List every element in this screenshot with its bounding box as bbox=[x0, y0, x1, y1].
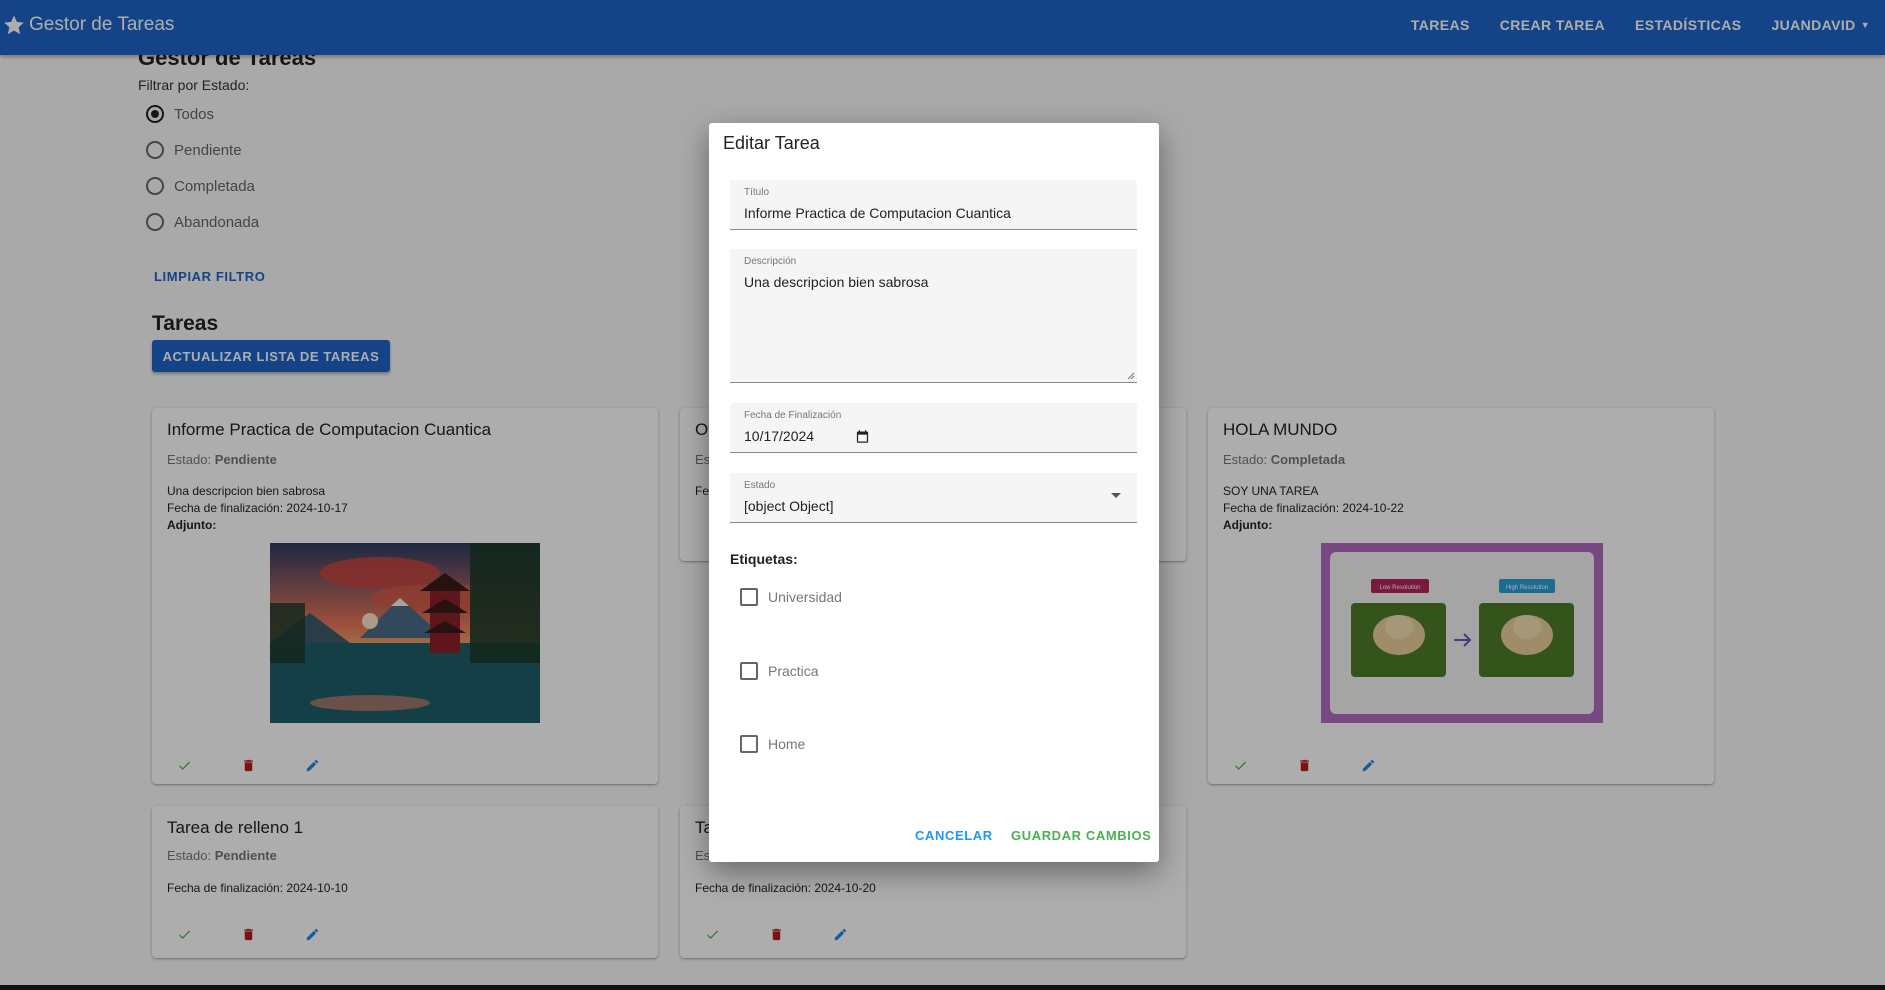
status-field-label: Estado bbox=[744, 480, 776, 491]
description-field-value[interactable]: Una descripcion bien sabrosa bbox=[744, 274, 928, 290]
due-date-field[interactable]: Fecha de Finalización 10/17/2024 bbox=[730, 403, 1137, 453]
status-field-value[interactable]: [object Object] bbox=[744, 498, 834, 514]
checkbox-icon[interactable] bbox=[740, 662, 758, 680]
tag-label: Universidad bbox=[768, 589, 842, 605]
resize-grip-icon[interactable] bbox=[1127, 372, 1135, 380]
cancel-button[interactable]: CANCELAR bbox=[915, 823, 993, 847]
tag-practica[interactable]: Practica bbox=[740, 662, 819, 680]
checkbox-icon[interactable] bbox=[740, 588, 758, 606]
edit-task-dialog: Editar Tarea Título Informe Practica de … bbox=[709, 123, 1159, 862]
tag-label: Home bbox=[768, 736, 806, 752]
save-changes-button[interactable]: GUARDAR CAMBIOS bbox=[1011, 823, 1151, 847]
title-field-label: Título bbox=[744, 187, 770, 198]
dialog-title: Editar Tarea bbox=[723, 133, 820, 153]
description-field[interactable]: Descripción Una descripcion bien sabrosa bbox=[730, 249, 1137, 383]
title-field-value[interactable]: Informe Practica de Computacion Cuantica bbox=[744, 205, 1011, 221]
description-field-label: Descripción bbox=[744, 256, 797, 267]
due-date-field-value[interactable]: 10/17/2024 bbox=[744, 428, 814, 444]
calendar-icon[interactable] bbox=[855, 429, 870, 444]
title-field[interactable]: Título Informe Practica de Computacion C… bbox=[730, 180, 1137, 230]
tag-universidad[interactable]: Universidad bbox=[740, 588, 842, 606]
tag-home[interactable]: Home bbox=[740, 735, 805, 753]
checkbox-icon[interactable] bbox=[740, 735, 758, 753]
bottom-edge bbox=[0, 985, 1885, 990]
due-date-field-label: Fecha de Finalización bbox=[744, 410, 842, 421]
status-select[interactable]: Estado [object Object] bbox=[730, 473, 1137, 523]
dropdown-arrow-icon[interactable] bbox=[1111, 493, 1121, 498]
tag-label: Practica bbox=[768, 663, 819, 679]
tags-label: Etiquetas: bbox=[730, 551, 798, 567]
